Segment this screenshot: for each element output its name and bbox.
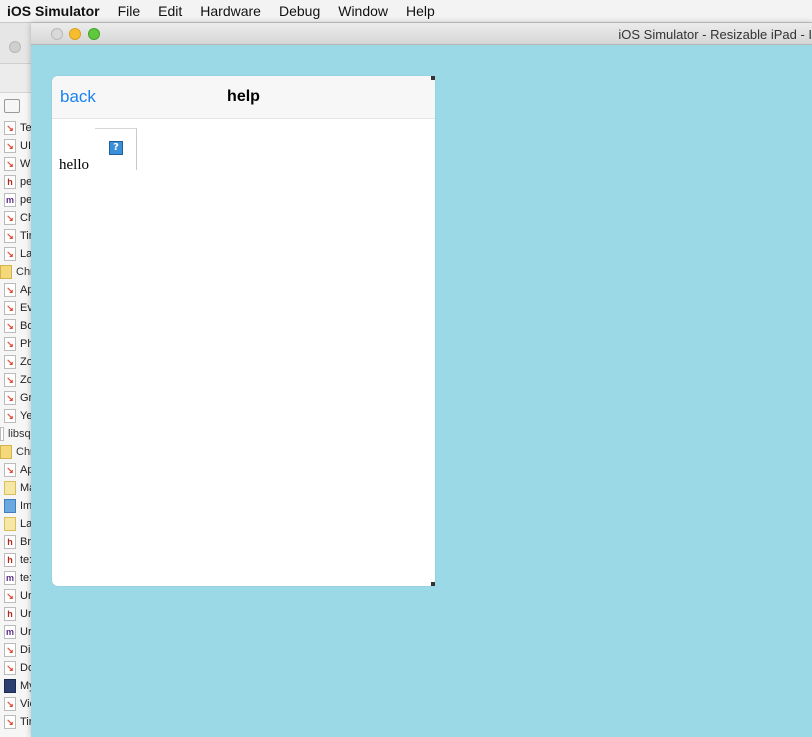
swift-file-icon: ↘ bbox=[4, 139, 16, 153]
swift-file-icon: ↘ bbox=[4, 589, 16, 603]
objc-file-icon: m bbox=[4, 193, 16, 207]
simulator-window: iOS Simulator - Resizable iPad - I back … bbox=[31, 23, 812, 737]
swift-file-icon: ↘ bbox=[4, 391, 16, 405]
swift-file-icon: ↘ bbox=[4, 229, 16, 243]
swift-file-icon: ↘ bbox=[4, 409, 16, 423]
asset-catalog-icon bbox=[4, 499, 16, 513]
navigator-file-label: Ur bbox=[20, 590, 32, 602]
objc-file-icon: m bbox=[4, 571, 16, 585]
folder-icon bbox=[0, 445, 12, 459]
broken-image-icon: ? bbox=[109, 141, 123, 155]
header-file-icon: h bbox=[4, 553, 16, 567]
menu-window[interactable]: Window bbox=[338, 3, 388, 19]
swift-file-icon: ↘ bbox=[4, 697, 16, 711]
objc-file-icon: m bbox=[4, 625, 16, 639]
swift-file-icon: ↘ bbox=[4, 715, 16, 729]
navigator-file-label: Br bbox=[20, 536, 31, 548]
storyboard-icon bbox=[4, 517, 16, 531]
menu-edit[interactable]: Edit bbox=[158, 3, 182, 19]
navigator-file-label: Ur bbox=[20, 626, 32, 638]
menu-help[interactable]: Help bbox=[406, 3, 435, 19]
swift-file-icon: ↘ bbox=[4, 643, 16, 657]
folder-icon bbox=[0, 265, 12, 279]
library-icon bbox=[0, 427, 4, 441]
simulator-titlebar: iOS Simulator - Resizable iPad - I bbox=[31, 23, 812, 45]
navigation-bar: back help bbox=[52, 76, 435, 119]
close-icon[interactable] bbox=[9, 41, 21, 53]
navigator-file-label: libsq bbox=[8, 428, 31, 440]
swift-file-icon: ↘ bbox=[4, 247, 16, 261]
window-title: iOS Simulator - Resizable iPad - I bbox=[618, 27, 812, 42]
close-window-icon[interactable] bbox=[51, 28, 63, 40]
resize-corner-top bbox=[431, 76, 435, 80]
swift-file-icon: ↘ bbox=[4, 373, 16, 387]
navigator-file-label: UI bbox=[20, 140, 31, 152]
swift-file-icon: ↘ bbox=[4, 283, 16, 297]
swift-file-icon: ↘ bbox=[4, 301, 16, 315]
menu-file[interactable]: File bbox=[118, 3, 141, 19]
header-file-icon: h bbox=[4, 535, 16, 549]
header-file-icon: h bbox=[4, 175, 16, 189]
hierarchy-icon[interactable] bbox=[4, 99, 20, 113]
navigator-file-label: W bbox=[20, 158, 31, 170]
swift-file-icon: ↘ bbox=[4, 211, 16, 225]
swift-file-icon: ↘ bbox=[4, 661, 16, 675]
framework-icon bbox=[4, 679, 16, 693]
zoom-window-icon[interactable] bbox=[88, 28, 100, 40]
minimize-window-icon[interactable] bbox=[69, 28, 81, 40]
swift-file-icon: ↘ bbox=[4, 337, 16, 351]
nav-title: help bbox=[227, 88, 260, 105]
menu-bar: iOS Simulator File Edit Hardware Debug W… bbox=[0, 0, 812, 23]
resize-corner-bottom bbox=[431, 582, 435, 586]
swift-file-icon: ↘ bbox=[4, 121, 16, 135]
header-file-icon: h bbox=[4, 607, 16, 621]
body-text: hello bbox=[59, 157, 89, 173]
swift-file-icon: ↘ bbox=[4, 319, 16, 333]
app-menu[interactable]: iOS Simulator bbox=[7, 3, 100, 19]
help-modal: back help ? hello bbox=[52, 76, 435, 586]
menu-hardware[interactable]: Hardware bbox=[200, 3, 261, 19]
storyboard-icon bbox=[4, 481, 16, 495]
swift-file-icon: ↘ bbox=[4, 463, 16, 477]
swift-file-icon: ↘ bbox=[4, 157, 16, 171]
navigator-file-label: Ur bbox=[20, 608, 32, 620]
swift-file-icon: ↘ bbox=[4, 355, 16, 369]
menu-debug[interactable]: Debug bbox=[279, 3, 320, 19]
navigator-file-label: Te bbox=[20, 122, 32, 134]
